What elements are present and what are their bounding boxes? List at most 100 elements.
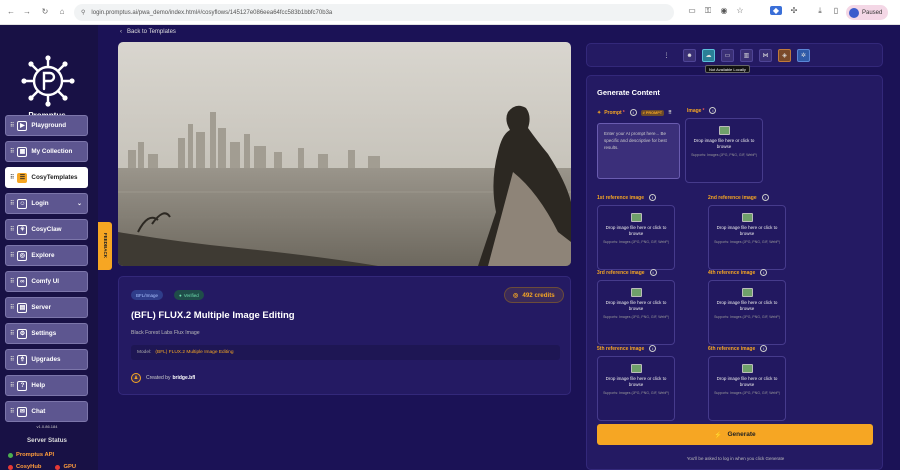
image-icon bbox=[741, 364, 753, 373]
sidebar-item-server[interactable]: ⠿ ▤ Server bbox=[5, 297, 88, 318]
template-preview-image bbox=[118, 42, 571, 266]
sidebar-item-upgrades[interactable]: ⠿ ⇮ Upgrades bbox=[5, 349, 88, 370]
sidebar-item-explore[interactable]: ⠿ ◎ Explore bbox=[5, 245, 88, 266]
download-icon[interactable]: ⤓ bbox=[814, 6, 826, 16]
site-info-icon[interactable]: ⚲ bbox=[81, 9, 85, 16]
bolt-icon: ⚡ bbox=[714, 431, 723, 439]
link-icon: ∞ bbox=[17, 276, 28, 287]
promptus-logo-icon[interactable] bbox=[18, 55, 78, 107]
chat-icon: ✉ bbox=[17, 406, 28, 417]
coin-icon: ◎ bbox=[513, 291, 519, 299]
ref-label: 1st reference image bbox=[597, 194, 644, 201]
ref-image-dropzone-3[interactable]: Drop image file here or click to browse S… bbox=[597, 280, 675, 345]
sidebar-item-cosytemplates[interactable]: ⠿ ☰ CosyTemplates bbox=[5, 167, 88, 188]
back-arrow-icon[interactable]: ← bbox=[4, 7, 18, 16]
sidebar-item-comfy-ui[interactable]: ⠿ ∞ Comfy UI bbox=[5, 271, 88, 292]
monitor-icon[interactable]: ▭ bbox=[721, 49, 734, 62]
reload-icon[interactable]: ↻ bbox=[38, 7, 52, 16]
grip-icon[interactable]: ⠿ bbox=[668, 110, 672, 116]
drag-handle-icon[interactable]: ⠿ bbox=[10, 278, 14, 285]
sidebar-item-label: Explore bbox=[31, 252, 55, 259]
info-icon[interactable]: i bbox=[629, 109, 637, 116]
creator-name[interactable]: bridge.bfl bbox=[172, 375, 195, 381]
ref-image-dropzone-2[interactable]: Drop image file here or click to browse S… bbox=[708, 205, 786, 270]
drag-handle-icon[interactable]: ⠿ bbox=[10, 200, 14, 207]
feedback-tab[interactable]: FEEDBACK bbox=[98, 222, 112, 270]
extension-icon[interactable]: ◆ bbox=[770, 6, 782, 15]
check-icon: ● bbox=[179, 292, 182, 298]
cast-icon[interactable]: ▭ bbox=[686, 6, 698, 15]
info-icon[interactable]: i bbox=[709, 107, 717, 114]
drag-handle-icon[interactable]: ⠿ bbox=[10, 356, 14, 363]
settings-cog-icon[interactable]: ✲ bbox=[797, 49, 810, 62]
sidebar-item-label: Settings bbox=[31, 330, 57, 337]
drag-handle-icon[interactable]: ⠿ bbox=[10, 330, 14, 337]
rocket-icon: ⇮ bbox=[17, 354, 28, 365]
sidebar-item-help[interactable]: ⠿? Help bbox=[5, 375, 88, 396]
image-icon bbox=[741, 213, 753, 222]
status-dot-icon bbox=[8, 452, 13, 458]
generate-button[interactable]: ⚡ Generate bbox=[597, 424, 873, 445]
drag-handle-icon[interactable]: ⠿ bbox=[10, 174, 14, 181]
home-icon[interactable]: ⌂ bbox=[55, 7, 69, 16]
info-icon[interactable]: i bbox=[760, 345, 768, 352]
sidebar-item-settings[interactable]: ⠿ ⚙ Settings bbox=[5, 323, 88, 344]
chevron-down-icon[interactable]: ⌄ bbox=[77, 200, 82, 207]
template-icon: ☰ bbox=[17, 172, 28, 183]
eye-icon[interactable]: ◉ bbox=[718, 6, 730, 15]
badge-icon[interactable]: ◈ bbox=[778, 49, 791, 62]
info-icon[interactable]: i bbox=[761, 194, 769, 201]
back-label: Back to Templates bbox=[127, 29, 176, 35]
share-icon[interactable]: ⋈ bbox=[759, 49, 772, 62]
account-icon[interactable]: ☻ bbox=[683, 49, 696, 62]
info-icon[interactable]: i bbox=[649, 345, 657, 352]
drag-handle-icon[interactable]: ⠿ bbox=[10, 304, 14, 311]
drop-text: Drop image file here or click to browse bbox=[716, 376, 778, 387]
info-icon[interactable]: i bbox=[649, 269, 657, 276]
forward-arrow-icon[interactable]: → bbox=[20, 7, 34, 16]
puzzle-icon[interactable]: ✣ bbox=[788, 6, 800, 15]
category-badge: BFL/Image bbox=[131, 290, 164, 300]
ref-image-dropzone-1[interactable]: Drop image file here or click to browse S… bbox=[597, 205, 675, 270]
ref-image-dropzone-4[interactable]: Drop image file here or click to browse S… bbox=[708, 280, 786, 345]
ref-label-row: 4th reference image i bbox=[708, 269, 768, 276]
profile-button[interactable]: Paused bbox=[846, 5, 888, 20]
cloud-icon[interactable]: ☁ bbox=[702, 49, 715, 62]
drag-handle-icon[interactable]: ⠿ bbox=[10, 382, 14, 389]
back-to-templates-link[interactable]: ‹ Back to Templates bbox=[120, 29, 176, 35]
sidebar-item-playground[interactable]: ⠿ ▶ Playground bbox=[5, 115, 88, 136]
required-mark: * bbox=[622, 109, 625, 116]
sidebar-item-my-collection[interactable]: ⠿ ▦ My Collection bbox=[5, 141, 88, 162]
password-icon[interactable]: ⚿ bbox=[702, 6, 714, 16]
sidebar-item-login[interactable]: ⠿ ☺ Login ⌄ bbox=[5, 193, 88, 214]
sidebar-item-label: Server bbox=[31, 304, 52, 311]
address-bar[interactable]: ⚲ login.promptus.ai/pwa_demo/index.html#/… bbox=[74, 4, 674, 21]
drag-handle-icon[interactable]: ⠿ bbox=[10, 122, 14, 129]
drag-handle-icon[interactable]: ⠿ bbox=[10, 252, 14, 259]
status-dot-icon bbox=[8, 465, 13, 470]
layout-icon[interactable]: ▥ bbox=[740, 49, 753, 62]
split-icon[interactable]: ▯ bbox=[830, 6, 842, 15]
verified-label: Verified bbox=[183, 292, 199, 298]
drag-handle-icon[interactable]: ⠿ bbox=[10, 148, 14, 155]
drag-handle-icon[interactable]: ⠿ bbox=[10, 226, 14, 233]
image-dropzone[interactable]: Drop image file here or click to browse S… bbox=[685, 118, 763, 183]
server-row: Promptus API bbox=[8, 452, 54, 458]
image-label: Image bbox=[687, 107, 702, 114]
more-options-icon[interactable]: ⋮ bbox=[660, 49, 673, 62]
credits-label: 492 credits bbox=[522, 291, 555, 299]
sidebar-item-chat[interactable]: ⠿ ✉ Chat bbox=[5, 401, 88, 422]
prompt-input[interactable]: Enter your AI prompt here... Be specific… bbox=[597, 123, 680, 179]
drag-handle-icon[interactable]: ⠿ bbox=[10, 408, 14, 415]
browser-bar: ← → ↻ ⌂ ⚲ login.promptus.ai/pwa_demo/inde… bbox=[0, 0, 900, 25]
ref-image-dropzone-5[interactable]: Drop image file here or click to browse S… bbox=[597, 356, 675, 421]
info-icon[interactable]: i bbox=[648, 194, 656, 201]
bookmark-star-icon[interactable]: ☆ bbox=[734, 6, 746, 15]
info-icon[interactable]: i bbox=[760, 269, 768, 276]
ref-label: 6th reference image bbox=[708, 345, 756, 352]
ref-image-dropzone-6[interactable]: Drop image file here or click to browse S… bbox=[708, 356, 786, 421]
gear-icon: ⚙ bbox=[17, 328, 28, 339]
server-label: CosyHub bbox=[16, 464, 42, 470]
sidebar-item-cosyclaw[interactable]: ⠿ ⚘ CosyClaw bbox=[5, 219, 88, 240]
ref-label-row: 3rd reference image i bbox=[597, 269, 657, 276]
